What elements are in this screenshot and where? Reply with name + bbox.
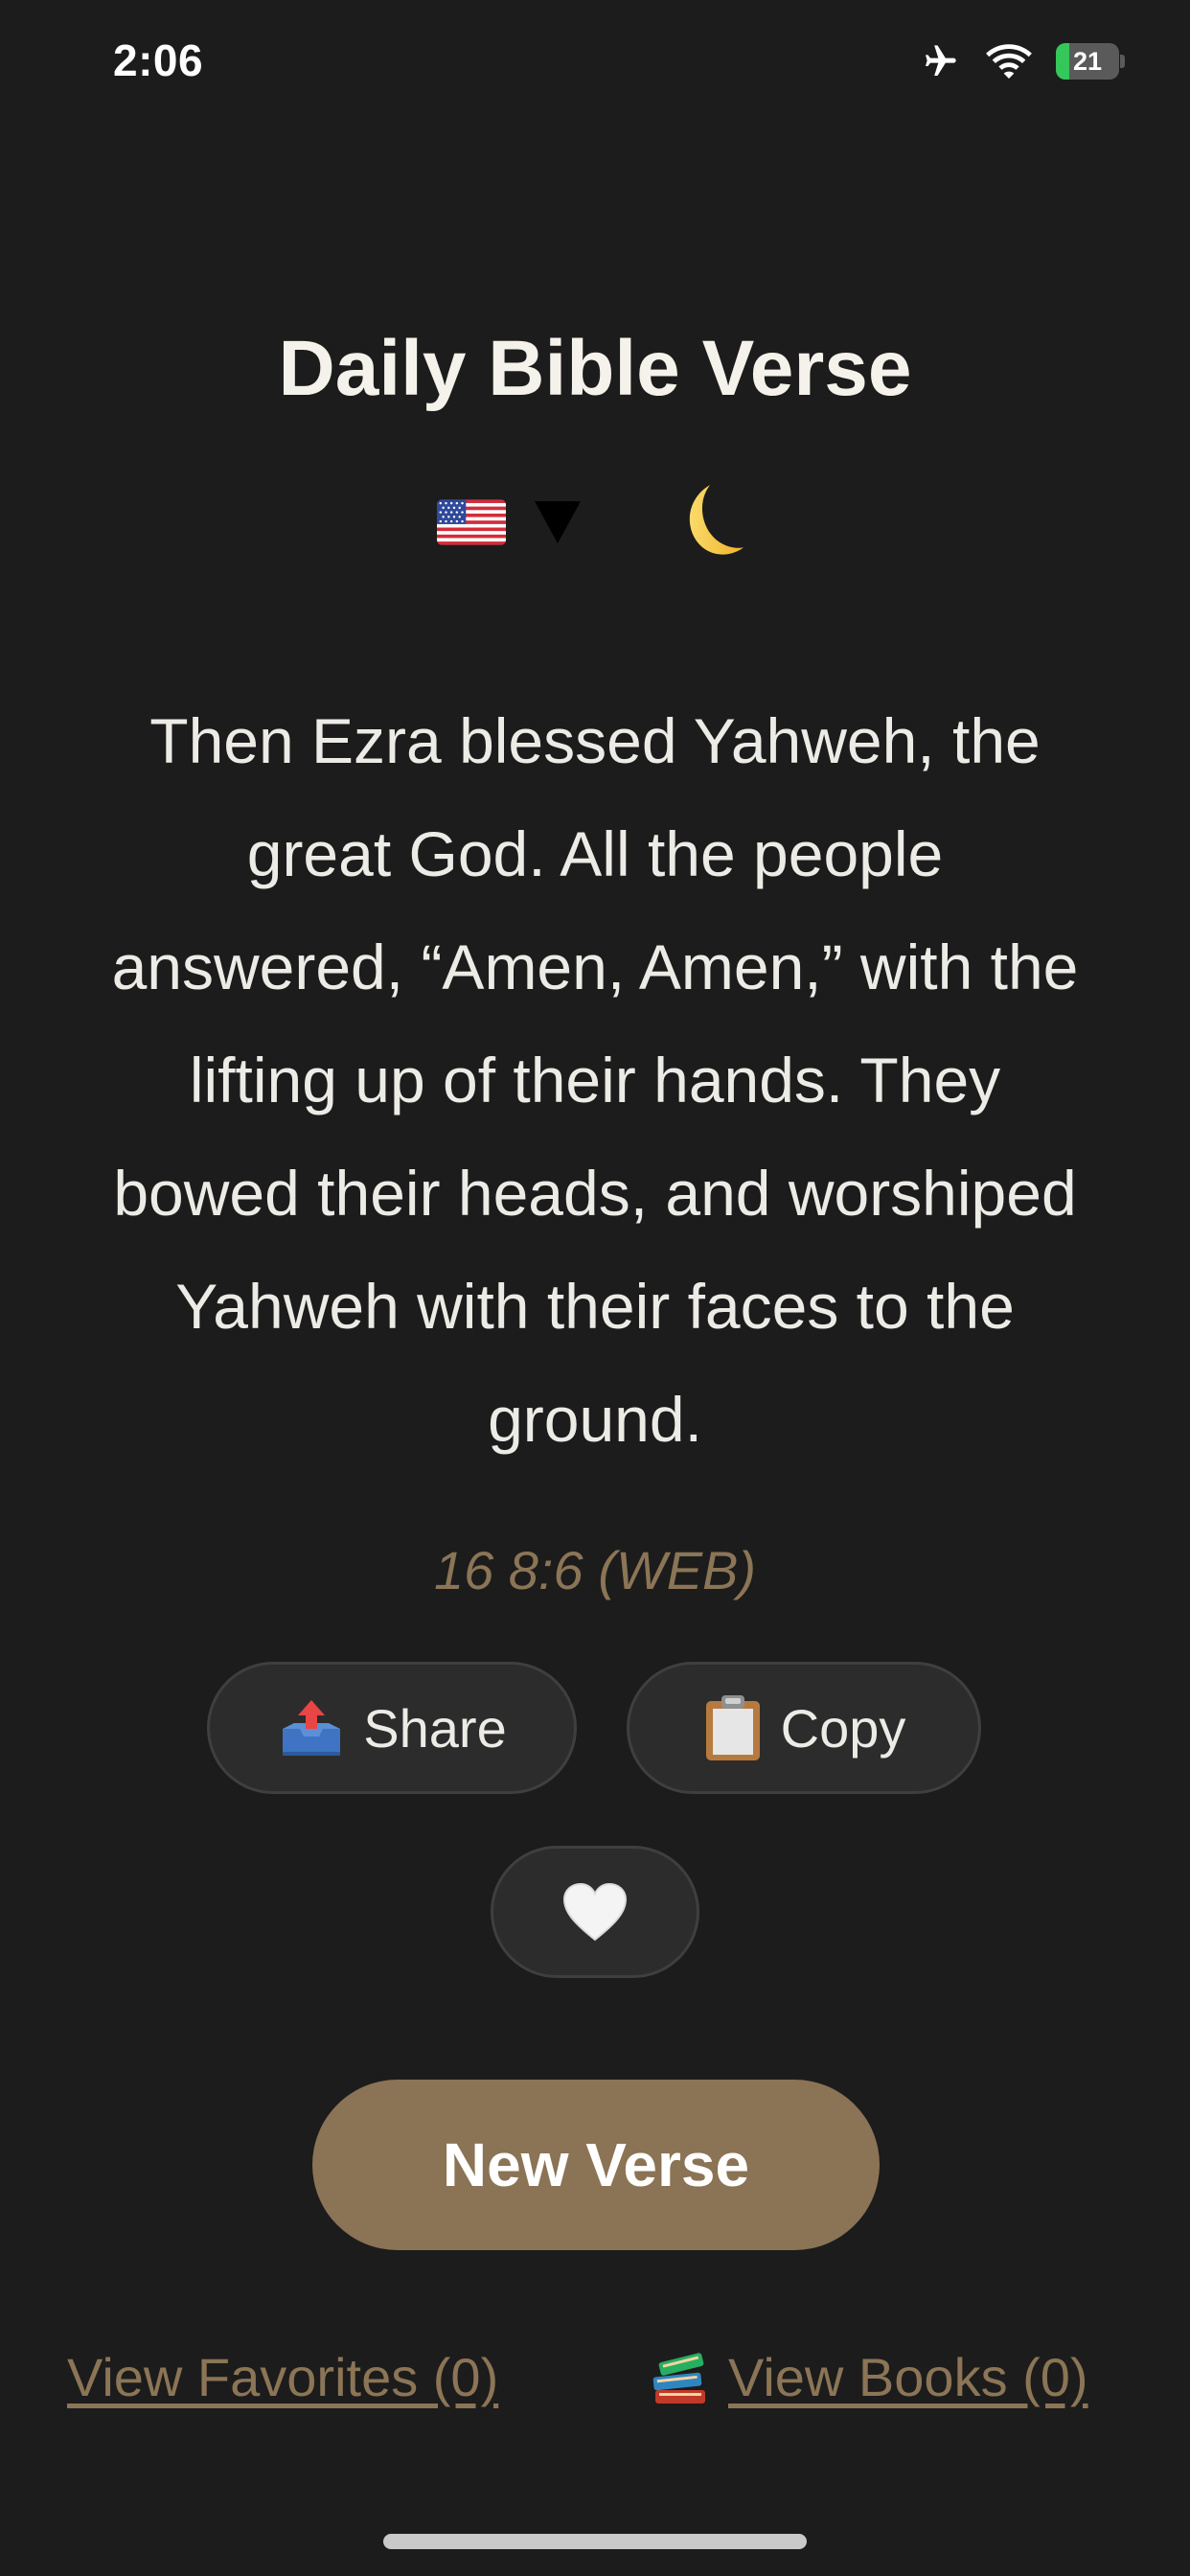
copy-button[interactable]: Copy bbox=[627, 1662, 981, 1794]
clipboard-icon bbox=[705, 1695, 760, 1760]
status-icons: 21 bbox=[918, 42, 1125, 80]
view-books-link[interactable]: View Books (0) bbox=[650, 2346, 1088, 2408]
battery-level: 21 bbox=[1072, 47, 1103, 76]
new-verse-button[interactable]: New Verse bbox=[312, 2080, 880, 2250]
status-bar: 2:06 21 bbox=[0, 0, 1190, 134]
language-selector[interactable] bbox=[437, 479, 581, 565]
status-time: 2:06 bbox=[113, 35, 204, 85]
verse-text: Then Ezra blessed Yahweh, the great God.… bbox=[111, 705, 1079, 1455]
share-button[interactable]: Share bbox=[207, 1662, 577, 1794]
crescent-moon-icon bbox=[689, 484, 744, 555]
favorite-button[interactable] bbox=[491, 1846, 699, 1978]
view-books-label: View Books (0) bbox=[728, 2347, 1088, 2407]
page-title: Daily Bible Verse bbox=[278, 325, 912, 412]
home-indicator bbox=[383, 2534, 807, 2549]
white-heart-icon bbox=[562, 1882, 628, 1942]
controls-row bbox=[0, 479, 1190, 565]
airplane-icon bbox=[926, 45, 956, 76]
copy-label: Copy bbox=[780, 1697, 906, 1759]
share-label: Share bbox=[363, 1697, 507, 1759]
us-flag-icon bbox=[437, 499, 506, 545]
outbox-tray-icon bbox=[283, 1700, 341, 1756]
wifi-icon bbox=[986, 44, 1032, 79]
dropdown-arrow-icon bbox=[535, 501, 581, 543]
books-icon bbox=[652, 2352, 705, 2404]
view-favorites-link[interactable]: View Favorites (0) bbox=[67, 2346, 498, 2408]
verse-reference: 16 8:6 (WEB) bbox=[433, 1540, 757, 1600]
battery-icon: 21 bbox=[1056, 43, 1125, 80]
theme-toggle-button[interactable] bbox=[671, 479, 757, 565]
